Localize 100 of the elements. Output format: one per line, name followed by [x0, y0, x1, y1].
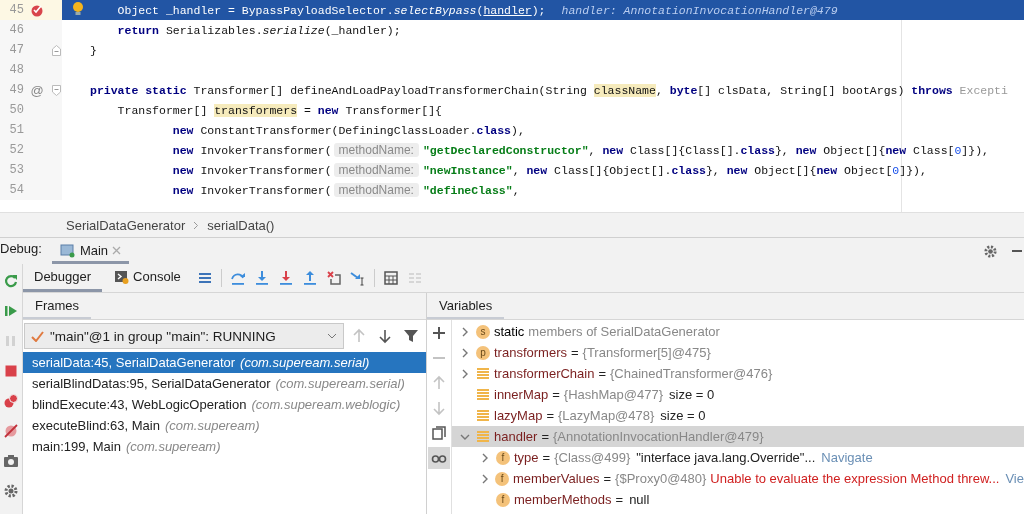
- stack-frame[interactable]: main:199, Main (com.supeream): [23, 436, 426, 457]
- code-text: new InvokerTransformer(: [172, 143, 332, 157]
- line-number: 47: [8, 43, 24, 57]
- field-badge: f: [495, 471, 510, 486]
- pane-title[interactable]: Variables: [427, 293, 505, 319]
- variable-value: {ChainedTransformer@476}: [610, 366, 773, 381]
- chevron-right-icon[interactable]: [480, 452, 490, 463]
- variable-description: members of SerialDataGenerator: [528, 324, 720, 339]
- chevron-right-icon[interactable]: [460, 368, 470, 379]
- variable-value: {$Proxy0@480}: [615, 471, 707, 486]
- equals-sign: =: [603, 471, 612, 486]
- pane-title[interactable]: Frames: [23, 293, 92, 319]
- window-icon: [59, 243, 76, 258]
- variable-detail: size = 0: [669, 387, 715, 402]
- frame-package: (com.supeream): [164, 418, 260, 433]
- stack-frame[interactable]: executeBlind:63, Main (com.supeream): [23, 415, 426, 436]
- debug-label: Debug:: [0, 241, 43, 258]
- variable-name: memberMethods: [514, 492, 612, 507]
- frame-method: executeBlind:63, Main: [32, 418, 160, 433]
- line-number: 50: [8, 103, 24, 117]
- fold-icon[interactable]: [51, 84, 61, 96]
- stack-frame[interactable]: serialBlindDatas:95, SerialDataGenerator (com.supeream.serial): [23, 373, 426, 394]
- variable-link[interactable]: Vie: [1005, 471, 1024, 486]
- variable-name: static: [494, 324, 525, 339]
- equals-sign: =: [570, 345, 579, 360]
- variable-value: {AnnotationInvocationHandler@479}: [552, 429, 764, 444]
- code-text: "defineClass",: [422, 183, 520, 197]
- frame-method: main:199, Main: [32, 439, 121, 454]
- variable-value: {Transformer[5]@475}: [582, 345, 711, 360]
- close-icon[interactable]: [112, 246, 122, 255]
- code-text: private static Transformer[] defineAndLoadPayloadTransformerChain(String className, byte[] clsData, String[] bootArgs) throws Excepti: [90, 83, 1008, 97]
- inline-value: handler: AnnotationInvocationHandler@479: [561, 3, 838, 17]
- frame-method: serialBlindDatas:95, SerialDataGenerator: [32, 376, 271, 391]
- panel-tab[interactable]: Console: [104, 264, 192, 292]
- line-number: 46: [8, 23, 24, 37]
- variable-link[interactable]: Navigate: [821, 450, 873, 465]
- breadcrumb-item[interactable]: serialData(): [207, 217, 275, 233]
- line-number: 51: [8, 123, 24, 137]
- line-number: 52: [8, 143, 24, 157]
- line-number: 48: [8, 63, 24, 77]
- lightbulb-icon[interactable]: [72, 1, 84, 17]
- variable-value: {HashMap@477}: [563, 387, 663, 402]
- console-icon: [115, 269, 130, 284]
- chevron-right-icon[interactable]: [460, 326, 470, 337]
- line-number: 49: [8, 83, 24, 97]
- parameter-hint: methodName:: [333, 183, 419, 197]
- parameter-badge: p: [476, 345, 490, 360]
- code-text: Transformer[] transformers = new Transformer[]{: [117, 103, 442, 117]
- breadcrumb-item[interactable]: SerialDataGenerator: [66, 217, 186, 233]
- variable-value: {LazyMap@478}: [558, 408, 655, 423]
- equals-sign: =: [542, 450, 551, 465]
- line-number: 53: [8, 163, 24, 177]
- variable-detail: size = 0: [660, 408, 706, 423]
- frame-package: (com.supeream.weblogic): [251, 397, 401, 412]
- code-text: Object _handler = BypassPayloadSelector.selectBypass(handler);: [117, 3, 546, 17]
- field-badge: f: [496, 492, 510, 507]
- field-badge: f: [496, 450, 510, 465]
- code-text: new InvokerTransformer(: [172, 163, 332, 177]
- variable-name: handler: [494, 429, 538, 444]
- equals-sign: =: [615, 492, 624, 507]
- variable-name: lazyMap: [494, 408, 543, 423]
- code-text: "getDeclaredConstructor", new Class[]{Class[].class}, new Object[]{new Class[0]}),: [422, 143, 989, 157]
- frame-method: serialData:45, SerialDataGenerator: [32, 355, 236, 370]
- variable-detail: null: [629, 492, 650, 507]
- glasses-icon[interactable]: [428, 447, 450, 469]
- thread-name: "main"@1 in group "main": RUNNING: [50, 328, 276, 344]
- selected-row-highlight[interactable]: handler = {AnnotationInvocationHandler@479}: [452, 426, 1024, 447]
- equals-sign: =: [541, 429, 549, 444]
- equals-sign: =: [552, 387, 560, 402]
- chevron-right-icon[interactable]: [460, 347, 470, 358]
- variable-value: {Class@499}: [554, 450, 631, 465]
- line-number: 54: [8, 183, 24, 197]
- minimize-icon[interactable]: [1012, 249, 1022, 253]
- variable-name: innerMap: [494, 387, 549, 402]
- breakpoint-icon[interactable]: [30, 3, 44, 17]
- equals-sign: =: [546, 408, 554, 423]
- frame-package: (com.supeream.serial): [240, 355, 370, 370]
- frame-package: (com.supeream.serial): [275, 376, 405, 391]
- stack-frame[interactable]: blindExecute:43, WebLogicOperation (com.supeream.weblogic): [23, 394, 426, 415]
- frame-method: blindExecute:43, WebLogicOperation: [32, 397, 247, 412]
- check-icon: [31, 330, 44, 342]
- variable-name: memberValues: [513, 471, 600, 486]
- fold-icon[interactable]: [51, 44, 61, 56]
- chevron-right-icon: [193, 220, 200, 230]
- equals-sign: =: [598, 366, 607, 381]
- stack-frame[interactable]: serialData:45, SerialDataGenerator (com.supeream.serial): [23, 352, 426, 373]
- line-number: 45: [8, 3, 24, 17]
- code-text: return Serializables.serialize(_handler);: [117, 23, 401, 37]
- variable-icon: [476, 408, 490, 423]
- code-text: new InvokerTransformer(: [172, 183, 332, 197]
- variable-name: transformerChain: [494, 366, 595, 381]
- variable-icon: [476, 387, 490, 402]
- variable-icon: [476, 366, 490, 381]
- code-text: }: [90, 43, 97, 57]
- code-text: new ConstantTransformer(DefiningClassLoader.class),: [172, 123, 525, 137]
- chevron-down-icon: [327, 332, 337, 340]
- thread-dropdown[interactable]: "main"@1 in group "main": RUNNING: [24, 323, 344, 349]
- variable-name: transformers: [494, 345, 567, 360]
- settings-icon[interactable]: [983, 243, 998, 259]
- frame-package: (com.supeream): [125, 439, 221, 454]
